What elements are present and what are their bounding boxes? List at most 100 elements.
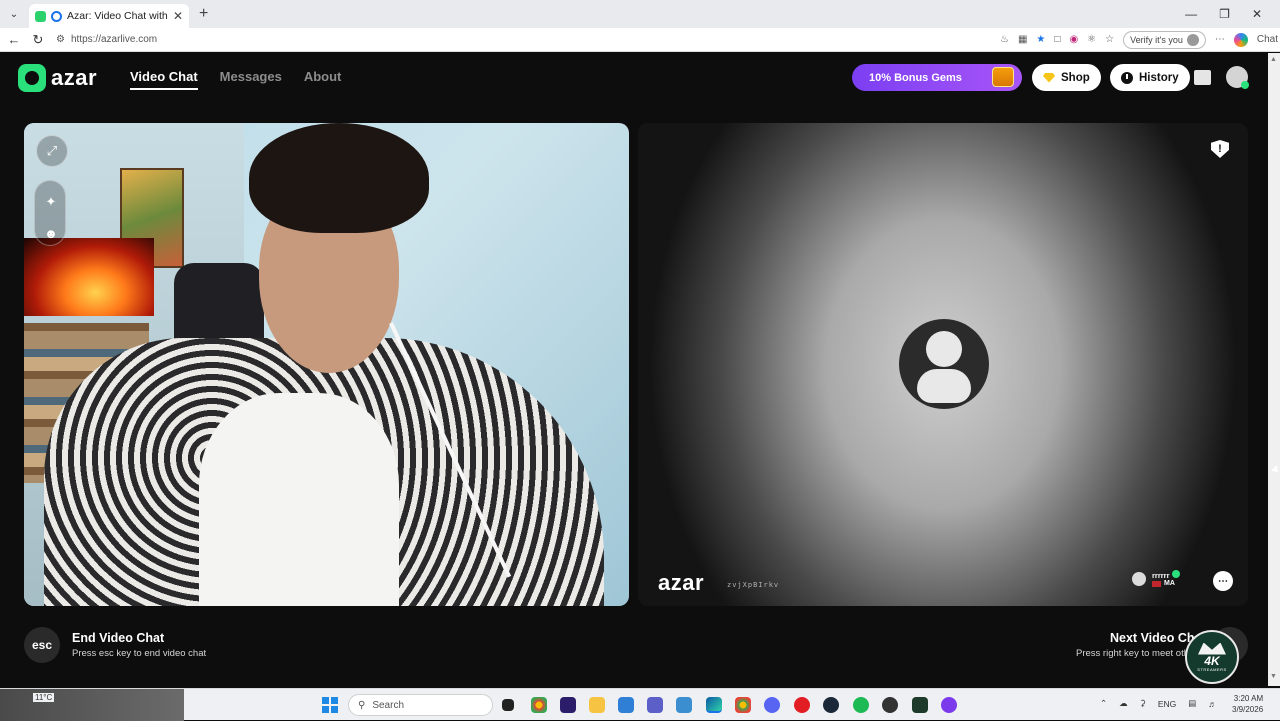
bonus-gems-banner[interactable]: 10% Bonus Gems: [852, 64, 1022, 91]
avatar-head: [926, 331, 962, 367]
translate-icon[interactable]: ▦: [1018, 34, 1027, 45]
spotify-icon[interactable]: [853, 697, 869, 713]
obs-icon[interactable]: [882, 697, 898, 713]
copilot-chat-label[interactable]: Chat: [1257, 34, 1278, 45]
terminal-app-icon[interactable]: [912, 697, 928, 713]
close-window-icon[interactable]: ✕: [1252, 7, 1262, 21]
task-view-icon[interactable]: [502, 699, 514, 711]
partner-info[interactable]: rrrrrr MA: [1132, 570, 1180, 587]
watermark-subtext: STREAMERS: [1197, 666, 1227, 672]
verify-identity-button[interactable]: Verify it's you: [1123, 30, 1206, 49]
tab-close-icon[interactable]: ✕: [173, 9, 183, 23]
expand-video-icon[interactable]: ⤢: [36, 135, 68, 167]
browser-toolbar-icons: ♨ ▦ ★ □ ◉ ⚛ ☆ Verify it's you ⋯ Chat: [1000, 30, 1278, 49]
next-video-chat-title[interactable]: Next Video Chat: [1110, 631, 1200, 645]
teams-icon[interactable]: [647, 697, 663, 713]
verify-label: Verify it's you: [1130, 34, 1183, 45]
new-tab-plus-icon[interactable]: +: [199, 5, 208, 23]
partner-user-icon: [1132, 571, 1146, 586]
favorite-star-icon[interactable]: ★: [1036, 34, 1045, 45]
chat-bubble-icon[interactable]: ⋯: [1213, 571, 1233, 591]
purple-app-icon[interactable]: [941, 697, 957, 713]
system-tray: ⌃ ☁ ⚳ ENG ▤ ♬: [1100, 698, 1217, 709]
magic-wand-icon[interactable]: ✦: [35, 194, 67, 210]
opera-icon[interactable]: [794, 697, 810, 713]
store-app-icon[interactable]: [618, 697, 634, 713]
taskbar-clock[interactable]: 3:20 AM 3/9/2026: [1232, 693, 1263, 715]
outlook-icon[interactable]: [676, 697, 692, 713]
back-arrow-icon[interactable]: ←: [2, 32, 26, 47]
history-button[interactable]: History: [1110, 64, 1190, 91]
restore-icon[interactable]: ❐: [1219, 7, 1230, 21]
nav-about[interactable]: About: [304, 69, 342, 90]
tab-list-chevron-icon[interactable]: ⌄: [3, 3, 25, 25]
file-explorer-icon[interactable]: [589, 697, 605, 713]
report-shield-icon[interactable]: !: [1211, 140, 1229, 158]
minimize-icon[interactable]: —: [1185, 7, 1197, 21]
chrome-alt-icon[interactable]: [735, 697, 751, 713]
whatsapp-favicon-icon: [35, 10, 46, 22]
recording-indicator-icon: [51, 10, 62, 22]
partner-name-row: rrrrrr: [1152, 570, 1180, 580]
extensions-puzzle-icon[interactable]: ⚛: [1087, 34, 1096, 45]
discord-icon[interactable]: [764, 697, 780, 713]
nav-video-chat[interactable]: Video Chat: [130, 69, 198, 90]
copilot-icon[interactable]: [1233, 32, 1248, 47]
next-video-chat-hint: Press right key to meet other: [1076, 648, 1198, 659]
gem-icon: [1043, 72, 1055, 83]
partner-country: MA: [1164, 579, 1175, 587]
end-video-chat-hint: Press esc key to end video chat: [72, 648, 207, 659]
weather-widget[interactable]: 11°C: [0, 689, 184, 721]
end-video-chat-title[interactable]: End Video Chat: [72, 631, 164, 645]
tray-overflow-chevron-icon[interactable]: ⌃: [1100, 698, 1107, 709]
online-status-dot: [1241, 81, 1249, 89]
favorites-bar-icon[interactable]: ☆: [1105, 34, 1114, 45]
premiere-pro-icon[interactable]: [560, 697, 576, 713]
effects-toolbar: ✦ ☻: [34, 180, 66, 246]
browser-tab-azar[interactable]: Azar: Video Chat with New Pe ✕: [29, 4, 189, 28]
window-controls: — ❐ ✕: [1185, 7, 1262, 21]
face-filter-icon[interactable]: ☻: [35, 226, 67, 241]
tray-app-icon[interactable]: ☁: [1119, 698, 1128, 709]
volume-icon[interactable]: ♬: [1208, 699, 1217, 709]
taskbar-search[interactable]: ⚲ Search: [348, 694, 493, 716]
steam-icon[interactable]: [823, 697, 839, 713]
microphone-icon[interactable]: ⚳: [1140, 698, 1146, 709]
url-text: https://azarlive.com: [70, 34, 158, 45]
refresh-icon[interactable]: ↻: [26, 32, 50, 48]
windows-start-icon[interactable]: [322, 697, 338, 713]
chrome-icon[interactable]: [531, 697, 547, 713]
azar-logo-icon: [18, 64, 46, 92]
site-info-icon[interactable]: ⚙: [56, 34, 65, 45]
azar-page: azar Video Chat Messages About 10% Bonus…: [4, 53, 1268, 686]
screen-capture-icon[interactable]: □: [1054, 34, 1060, 45]
nav-messages[interactable]: Messages: [220, 69, 282, 90]
url-field[interactable]: ⚙ https://azarlive.com: [56, 30, 976, 50]
language-indicator[interactable]: ENG: [1158, 699, 1176, 709]
nav-links: Video Chat Messages About: [130, 69, 341, 90]
edge-icon[interactable]: [706, 697, 722, 713]
extension-icon[interactable]: ◉: [1069, 34, 1078, 45]
store-icon[interactable]: [1194, 70, 1211, 85]
tab-title: Azar: Video Chat with New Pe: [67, 10, 168, 22]
remote-video-feed: ! azar zvjXpBIrkv rrrrrr MA ⋯: [638, 123, 1248, 606]
partner-details: rrrrrr MA: [1152, 570, 1180, 587]
azar-logo[interactable]: azar: [18, 64, 97, 92]
remote-session-id: zvjXpBIrkv: [727, 581, 780, 589]
more-menu-icon[interactable]: ⋯: [1215, 34, 1225, 45]
scroll-up-icon[interactable]: ▲: [1270, 56, 1277, 63]
read-aloud-icon[interactable]: ♨: [1000, 34, 1009, 45]
partner-avatar-placeholder: [899, 319, 989, 409]
local-user-person: [44, 123, 604, 606]
page-scrollbar[interactable]: ▲ ▼: [1268, 53, 1280, 686]
browser-tabbar: ⌄ Azar: Video Chat with New Pe ✕ + — ❐ ✕: [0, 0, 1280, 28]
esc-key-button[interactable]: esc: [24, 627, 60, 663]
clock-icon: [1121, 71, 1133, 84]
network-icon[interactable]: ▤: [1188, 698, 1196, 709]
search-icon: ⚲: [358, 699, 366, 711]
shop-button[interactable]: Shop: [1032, 64, 1101, 91]
scroll-down-icon[interactable]: ▼: [1270, 673, 1277, 680]
watermark-text: 4K: [1204, 653, 1220, 668]
bonus-gems-label: 10% Bonus Gems: [869, 71, 962, 84]
top-navigation: azar Video Chat Messages About 10% Bonus…: [4, 53, 1268, 101]
